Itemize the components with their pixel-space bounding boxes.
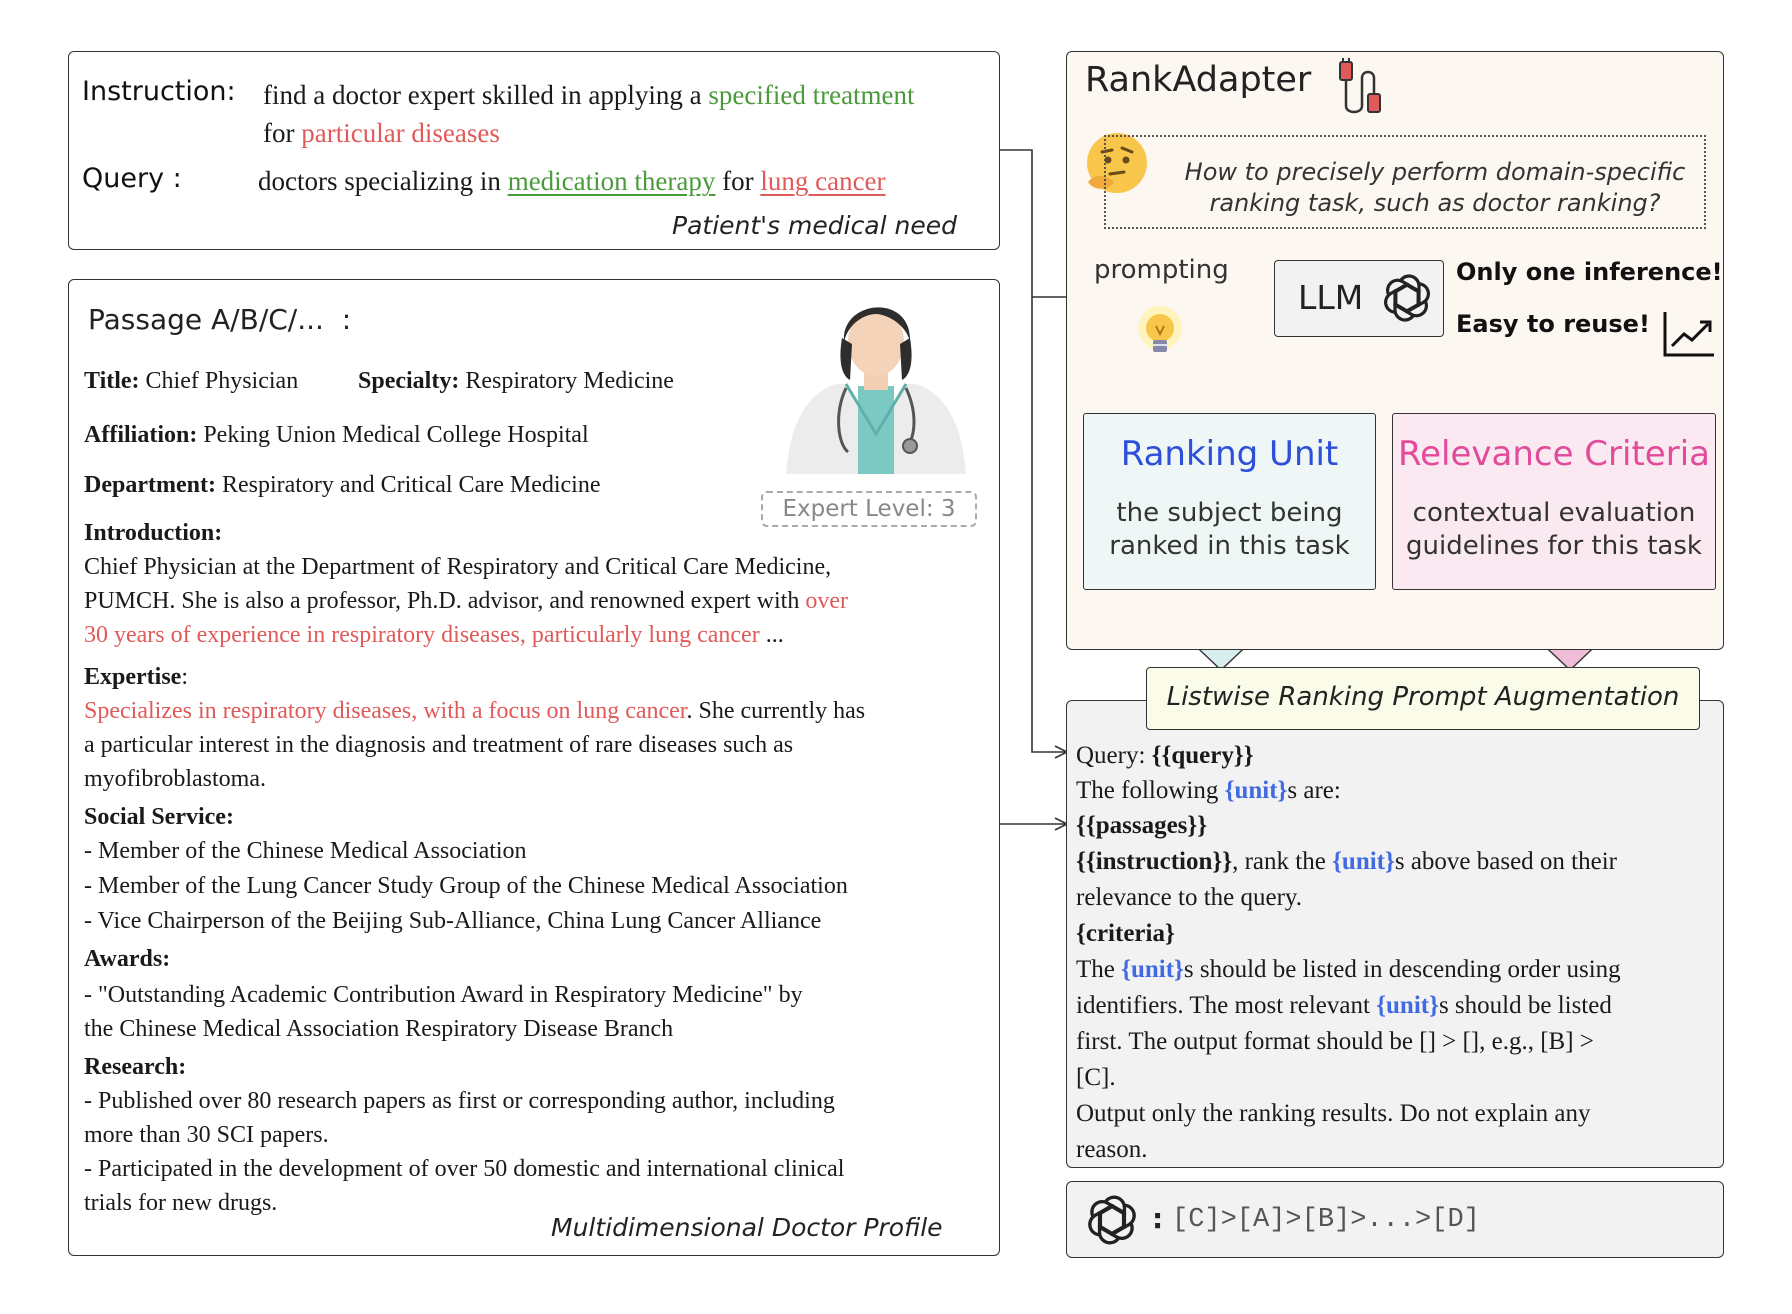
lightbulb-icon — [1138, 306, 1182, 352]
passage-panel-caption: Multidimensional Doctor Profile — [551, 1213, 943, 1242]
llm-label: LLM — [1298, 278, 1364, 317]
question-line-2: ranking task, such as doctor ranking? — [1209, 189, 1661, 217]
relevance-criteria-desc-2: guidelines for this task — [1406, 531, 1702, 561]
social-item-3: - Vice Chairperson of the Beijing Sub-Al… — [84, 908, 822, 934]
awards-label: Awards: — [84, 946, 171, 972]
social-service-label: Social Service: — [84, 804, 234, 830]
rankadapter-title: RankAdapter — [1085, 60, 1312, 100]
research-line-2: more than 30 SCI papers. — [84, 1122, 329, 1148]
prompt-passages-var: {{passages}} — [1076, 812, 1208, 839]
research-line-3: - Participated in the development of ove… — [84, 1156, 845, 1182]
passage-header: Passage A/B/C/... : — [88, 303, 352, 336]
prompt-format-line: first. The output format should be [] > … — [1076, 1028, 1594, 1055]
passage-affiliation: Affiliation: Peking Union Medical Colleg… — [84, 422, 589, 448]
social-item-1: - Member of the Chinese Medical Associat… — [84, 838, 527, 864]
ranking-unit-title: Ranking Unit — [1120, 434, 1339, 474]
prompt-relevance-line: relevance to the query. — [1076, 884, 1303, 911]
easy-to-reuse-note: Easy to reuse! — [1456, 310, 1650, 338]
query-panel-caption: Patient's medical need — [672, 211, 957, 240]
openai-logo-icon — [1384, 274, 1430, 322]
query-text: doctors specializing in medication thera… — [258, 166, 886, 196]
research-line-4: trials for new drugs. — [84, 1190, 278, 1216]
research-line-1: - Published over 80 research papers as f… — [84, 1088, 835, 1114]
prompt-instruction-line: {{instruction}}, rank the {unit}s above … — [1076, 848, 1617, 875]
openai-logo-icon — [1088, 1195, 1136, 1245]
expertise-line-3: myofibroblastoma. — [84, 766, 266, 792]
prompt-identifiers-line: identifiers. The most relevant {unit}s s… — [1076, 992, 1612, 1019]
expertise-label: Expertise: — [84, 664, 188, 690]
doctor-avatar-icon — [786, 307, 966, 474]
awards-line-2: the Chinese Medical Association Respirat… — [84, 1016, 674, 1042]
relevance-criteria-title: Relevance Criteria — [1398, 434, 1710, 474]
prompt-c-line: [C]. — [1076, 1064, 1116, 1091]
adapter-plug-icon — [1339, 58, 1381, 114]
prompting-label: prompting — [1094, 255, 1229, 285]
expertise-line-1: Specializes in respiratory diseases, wit… — [84, 698, 866, 724]
prompt-header: Listwise Ranking Prompt Augmentation — [1166, 682, 1680, 712]
social-item-2: - Member of the Lung Cancer Study Group … — [84, 873, 848, 899]
ranking-unit-desc-1: the subject being — [1116, 498, 1343, 528]
query-to-prompt-connector — [1000, 149, 1066, 752]
instruction-text-line2: for particular diseases — [263, 118, 500, 148]
instruction-text: find a doctor expert skilled in applying… — [263, 80, 915, 110]
result-colon: : — [1152, 1202, 1164, 1235]
prompt-output-line-1: Output only the ranking results. Do not … — [1076, 1100, 1591, 1127]
passage-department: Department: Respiratory and Critical Car… — [84, 472, 601, 498]
passage-title-row: Title: Chief Physician — [84, 368, 299, 394]
prompt-criteria-var: {criteria} — [1076, 920, 1175, 947]
ranking-unit-desc-2: ranked in this task — [1109, 531, 1350, 561]
result-ranking: [C]>[A]>[B]>...>[D] — [1172, 1205, 1480, 1235]
introduction-label: Introduction: — [84, 520, 223, 546]
only-one-inference-note: Only one inference! — [1456, 258, 1723, 286]
prompt-following-line: The following {unit}s are: — [1076, 777, 1341, 804]
question-line-1: How to precisely perform domain-specific — [1184, 158, 1686, 186]
prompt-listed-line: The {unit}s should be listed in descendi… — [1076, 956, 1621, 983]
research-label: Research: — [84, 1054, 187, 1080]
awards-line-1: - "Outstanding Academic Contribution Awa… — [84, 982, 803, 1008]
instruction-label: Instruction: — [82, 76, 236, 107]
prompt-query-line: Query: {{query}} — [1076, 742, 1254, 769]
relevance-criteria-desc-1: contextual evaluation — [1412, 498, 1696, 528]
expert-level-badge: Expert Level: 3 — [761, 491, 977, 527]
prompt-output-line-2: reason. — [1076, 1136, 1148, 1163]
query-label: Query : — [82, 163, 182, 194]
intro-line-3: 30 years of experience in respiratory di… — [84, 622, 784, 648]
passage-specialty: Specialty: Respiratory Medicine — [358, 368, 674, 394]
trend-chart-icon — [1663, 312, 1714, 357]
expertise-line-2: a particular interest in the diagnosis a… — [84, 732, 794, 758]
intro-line-1: Chief Physician at the Department of Res… — [84, 554, 832, 580]
intro-line-2: PUMCH. She is also a professor, Ph.D. ad… — [84, 588, 848, 614]
